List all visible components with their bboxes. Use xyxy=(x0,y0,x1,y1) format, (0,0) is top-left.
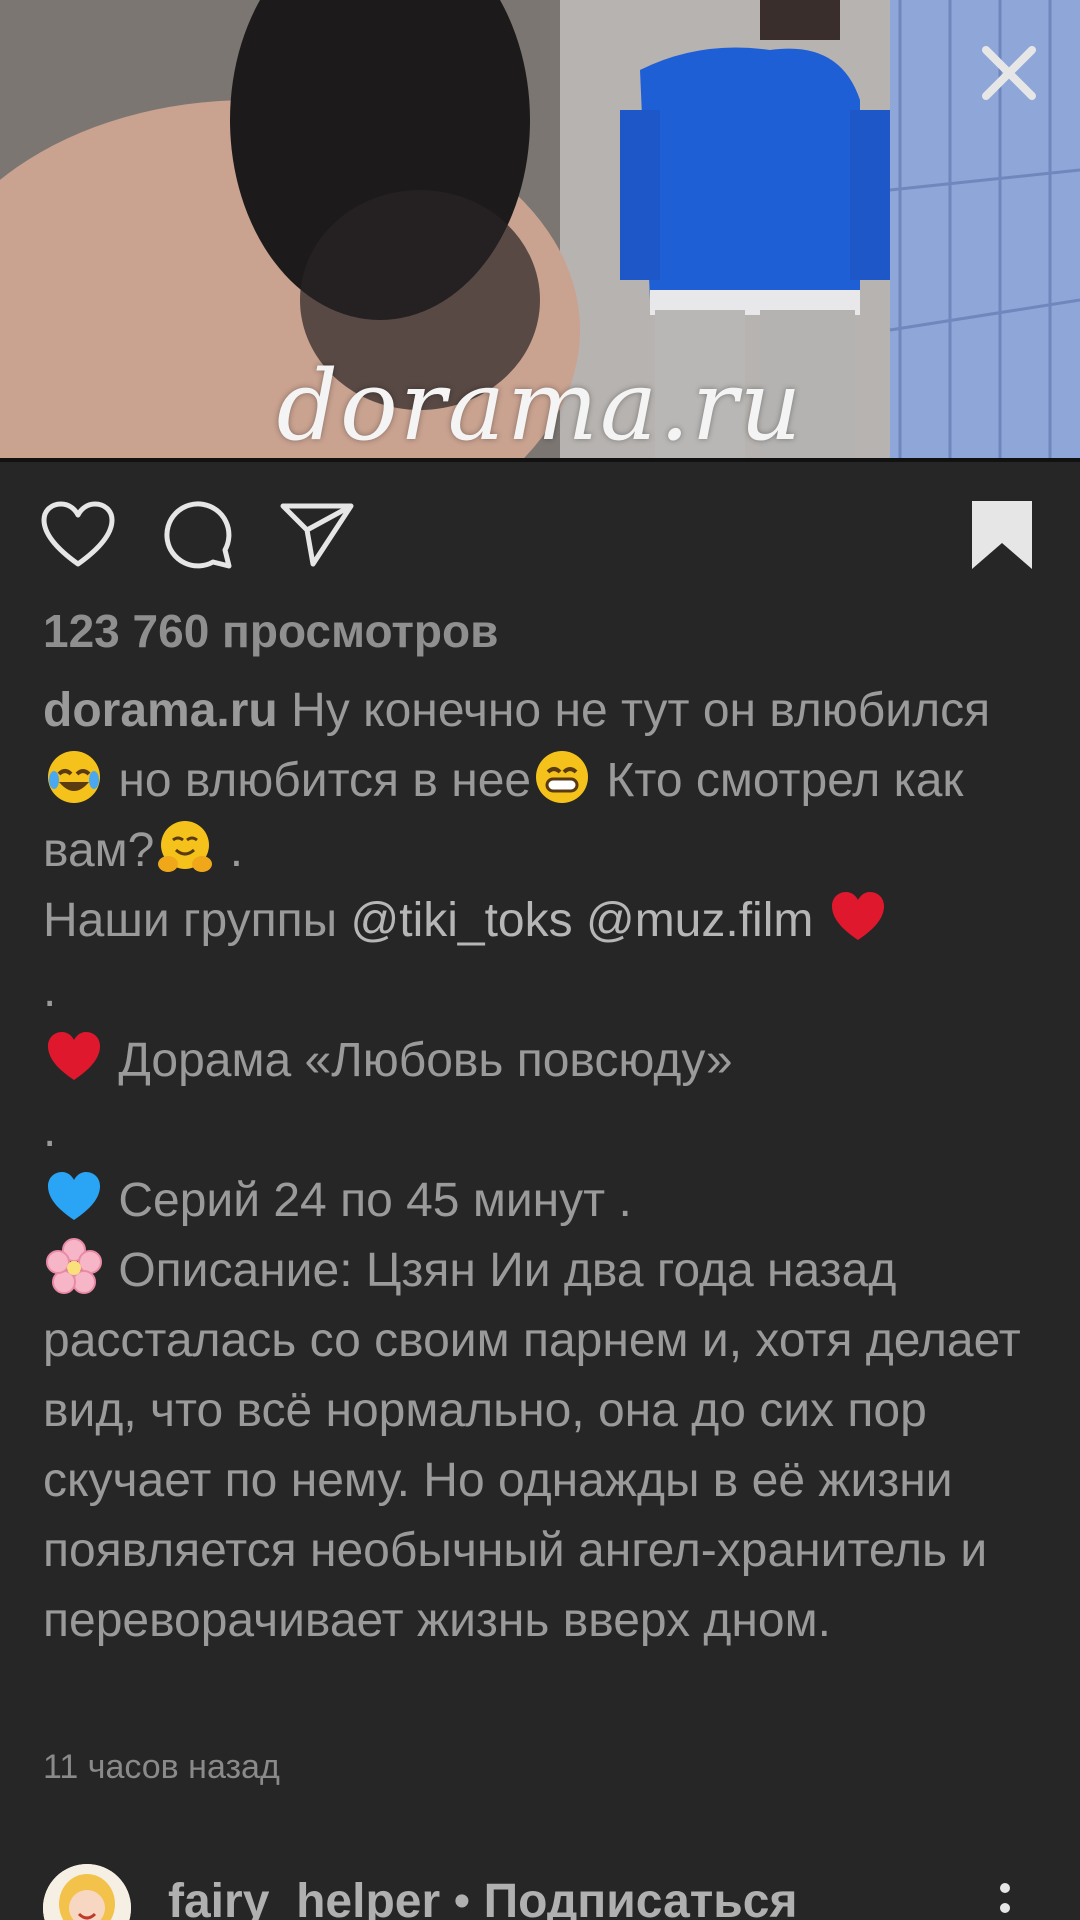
caption-paragraph-1: dorama.ru Ну конечно не тут он влюбился … xyxy=(43,676,1043,886)
joy-emoji-icon xyxy=(48,751,100,803)
mention-link-2[interactable]: @muz.film xyxy=(586,894,813,947)
next-post-user-line: fairy_helper • Подписаться xyxy=(168,1874,797,1920)
mention-link-1[interactable]: @tiki_toks xyxy=(351,894,573,947)
follow-button[interactable]: Подписаться xyxy=(484,1875,798,1920)
post-timestamp: 11 часов назад xyxy=(43,1748,280,1786)
next-post-username[interactable]: fairy_helper xyxy=(168,1875,440,1920)
caption-paragraph-5: Описание: Цзян Ии два года назад расстал… xyxy=(43,1236,1043,1656)
media-divider xyxy=(0,458,1080,462)
like-button[interactable] xyxy=(33,490,123,580)
episodes-info: Серий 24 по 45 минут . xyxy=(105,1174,632,1227)
caption-dot-2: . xyxy=(43,1104,57,1157)
cherry-blossom-emoji-icon xyxy=(46,1238,102,1294)
next-post-header: fairy_helper • Подписаться xyxy=(0,1860,1080,1920)
video-watermark: dorama.ru xyxy=(276,350,804,462)
more-vertical-icon xyxy=(1000,1883,1010,1913)
post-actions-bar xyxy=(0,490,1080,580)
send-icon xyxy=(280,503,354,567)
save-button[interactable] xyxy=(957,490,1047,580)
caption-username[interactable]: dorama.ru xyxy=(43,684,278,737)
caption-paragraph-4: Серий 24 по 45 минут . xyxy=(43,1166,1043,1236)
caption-dot-1: . xyxy=(43,964,57,1017)
close-icon xyxy=(982,46,1036,100)
video-player[interactable]: dorama.ru xyxy=(0,0,1080,462)
caption-text-2: но влюбится в нее xyxy=(105,754,532,807)
drama-title: Дорама «Любовь повсюду» xyxy=(105,1034,733,1087)
fairy-avatar-image xyxy=(43,1864,131,1920)
separator-dot: • xyxy=(440,1875,484,1920)
avatar[interactable] xyxy=(43,1864,131,1920)
hugging-emoji-icon xyxy=(158,821,213,872)
red-heart-emoji-icon xyxy=(48,1032,100,1080)
caption-text-1: Ну конечно не тут он влюбился xyxy=(277,684,991,737)
post-detail-screen: dorama.ru 123 760 просмотров dorama.ru Н… xyxy=(0,0,1080,1920)
more-options-button[interactable] xyxy=(990,1878,1020,1920)
red-heart-emoji-icon xyxy=(831,892,884,940)
blue-heart-emoji-icon xyxy=(48,1172,100,1220)
comment-icon xyxy=(164,501,232,569)
view-count: 123 760 просмотров xyxy=(43,605,499,657)
close-button[interactable] xyxy=(978,42,1040,104)
groups-label: Наши группы xyxy=(43,894,351,947)
bookmark-icon xyxy=(972,501,1032,569)
caption-paragraph-3: Дорама «Любовь повсюду» xyxy=(43,1026,1043,1096)
post-caption: dorama.ru Ну конечно не тут он влюбился … xyxy=(43,676,1043,1656)
share-button[interactable] xyxy=(272,490,362,580)
comment-button[interactable] xyxy=(153,490,243,580)
caption-text-4: . xyxy=(216,824,244,877)
grin-emoji-icon xyxy=(536,751,589,803)
heart-icon xyxy=(41,501,115,567)
caption-paragraph-2: Наши группы @tiki_toks @muz.film xyxy=(43,886,1043,956)
description-text: Описание: Цзян Ии два года назад расстал… xyxy=(43,1244,1021,1647)
